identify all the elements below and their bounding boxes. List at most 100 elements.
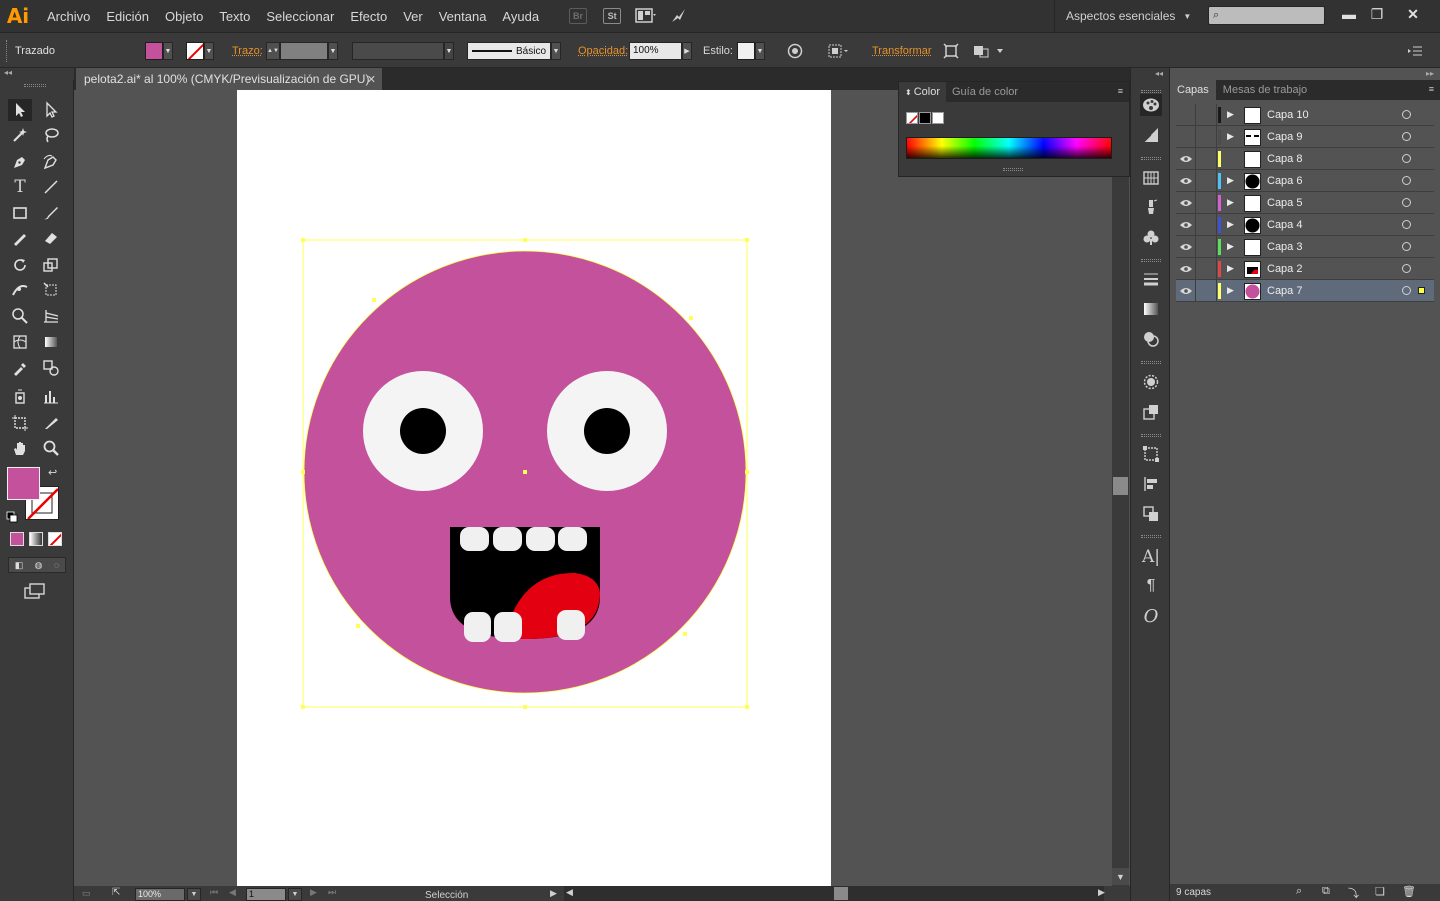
new-layer-icon[interactable]: ❏ <box>1375 885 1385 898</box>
color-panel-menu-icon[interactable]: ≡ <box>1112 82 1129 102</box>
strip-collapse-arrows[interactable]: ◂◂ <box>1155 69 1163 78</box>
transparency-icon[interactable] <box>1140 328 1162 350</box>
tooth-top-3[interactable] <box>526 527 555 551</box>
layer-row[interactable]: Capa 8 <box>1176 148 1434 170</box>
bridge-icon[interactable]: Br <box>569 8 588 24</box>
symbols-icon[interactable] <box>1140 226 1162 248</box>
visibility-toggle[interactable] <box>1176 214 1196 236</box>
help-search-input[interactable]: ⌕ <box>1208 6 1325 25</box>
artboard-tool-icon[interactable] <box>8 412 32 434</box>
right-pupil[interactable] <box>584 408 630 454</box>
new-sublayer-icon[interactable]: ⤵ <box>1348 885 1359 901</box>
stroke-weight-field[interactable]: ▲▼ ▼ <box>266 33 338 69</box>
tools-collapse-arrows[interactable]: ◂◂ <box>0 68 74 80</box>
variable-width-profile[interactable]: ▼ <box>352 33 454 69</box>
expand-triangle-icon[interactable]: ▶ <box>1227 175 1234 186</box>
none-mode-button[interactable] <box>48 532 62 546</box>
visibility-toggle[interactable] <box>1176 126 1196 148</box>
variable-width-dropdown[interactable]: ▼ <box>444 42 454 60</box>
layer-name[interactable]: Capa 9 <box>1267 131 1302 143</box>
artboard-number-dropdown[interactable]: ▼ <box>288 888 302 901</box>
paintbrush-tool-icon[interactable] <box>39 202 63 224</box>
menu-archivo[interactable]: Archivo <box>36 9 98 24</box>
paragraph-panel-icon[interactable]: ¶ <box>1140 575 1162 597</box>
stroke-dropdown-arrow[interactable]: ▼ <box>204 42 214 60</box>
gradient-panel-icon[interactable] <box>1140 298 1162 320</box>
character-panel-icon[interactable]: A| <box>1140 546 1162 568</box>
brushes-icon[interactable] <box>1140 196 1162 218</box>
curvature-tool-icon[interactable] <box>39 151 63 173</box>
close-tab-icon[interactable]: ✕ <box>367 73 376 86</box>
next-artboard-icon[interactable]: ▶ <box>310 887 317 898</box>
free-transform-tool-icon[interactable] <box>39 279 63 301</box>
menu-texto[interactable]: Texto <box>211 9 258 24</box>
workspace-switcher[interactable]: Aspectos esenciales ▼ <box>1054 0 1196 32</box>
layer-row[interactable]: ▶ Capa 10 <box>1176 104 1434 126</box>
horizontal-scrollbar[interactable]: ◀ ▶ <box>564 886 1105 901</box>
symbol-sprayer-tool-icon[interactable] <box>8 385 32 407</box>
color-palette-icon[interactable] <box>1140 94 1162 116</box>
magic-wand-tool-icon[interactable] <box>8 124 32 146</box>
layer-name[interactable]: Capa 7 <box>1267 285 1302 297</box>
handle-top-right[interactable] <box>745 238 749 242</box>
scroll-right-arrow[interactable]: ▶ <box>1098 887 1105 898</box>
scroll-left-arrow[interactable]: ◀ <box>566 887 573 898</box>
opacity-field[interactable]: 100% ▶ <box>629 33 692 69</box>
anchor-point[interactable] <box>372 298 376 302</box>
line-segment-tool-icon[interactable] <box>39 176 63 198</box>
lock-toggle[interactable] <box>1197 192 1217 214</box>
brush-definition[interactable]: Básico ▼ <box>467 33 561 69</box>
menu-ventana[interactable]: Ventana <box>431 9 495 24</box>
pathfinder-icon[interactable] <box>1140 503 1162 525</box>
rotate-tool-icon[interactable] <box>8 254 32 276</box>
recolor-artwork-icon[interactable] <box>787 33 803 69</box>
handle-bottom-center[interactable] <box>523 705 527 709</box>
handle-top-left[interactable] <box>301 238 305 242</box>
layer-row[interactable]: ▶ Capa 7 <box>1176 280 1434 302</box>
last-artboard-icon[interactable]: ⏭ <box>328 887 336 898</box>
layer-name[interactable]: Capa 4 <box>1267 219 1302 231</box>
blend-tool-icon[interactable] <box>39 357 63 379</box>
gradient-tool-icon[interactable] <box>39 331 63 353</box>
draw-behind-icon[interactable]: ◍ <box>35 560 43 571</box>
tooth-top-2[interactable] <box>493 527 522 551</box>
align-to-selection-icon[interactable] <box>827 33 851 69</box>
first-artboard-icon[interactable]: ⏮ <box>210 887 218 898</box>
opacity-input[interactable]: 100% <box>629 42 682 60</box>
arrange-options-icon[interactable] <box>972 33 1006 69</box>
rectangle-tool-icon[interactable] <box>8 202 32 224</box>
swatches-icon[interactable] <box>1140 167 1162 189</box>
swap-fill-stroke-icon[interactable]: ↩ <box>48 466 57 479</box>
zoom-input[interactable]: 100% <box>135 888 185 901</box>
lock-toggle[interactable] <box>1197 148 1217 170</box>
draw-mode-buttons[interactable]: ◧ ◍ ◌ <box>8 557 66 573</box>
isolate-object-icon[interactable] <box>943 33 959 69</box>
shaper-tool-icon[interactable] <box>8 227 32 249</box>
color-guide-icon[interactable] <box>1140 124 1162 146</box>
draw-normal-icon[interactable]: ◧ <box>15 560 24 571</box>
graphic-style-swatch[interactable] <box>737 42 755 60</box>
target-circle-icon[interactable] <box>1402 286 1411 295</box>
slice-tool-icon[interactable] <box>39 412 63 434</box>
layer-name[interactable]: Capa 8 <box>1267 153 1302 165</box>
fill-color-box[interactable] <box>7 467 40 500</box>
visibility-toggle[interactable] <box>1176 148 1196 170</box>
target-circle-icon[interactable] <box>1402 220 1411 229</box>
fill-swatch[interactable] <box>145 42 163 60</box>
appearance-icon[interactable] <box>1140 371 1162 393</box>
tooth-bottom-3[interactable] <box>557 610 585 640</box>
layers-collapse-arrows[interactable]: ▸▸ <box>1426 69 1434 78</box>
gradient-mode-button[interactable] <box>29 532 43 546</box>
tooth-top-1[interactable] <box>460 527 489 551</box>
locate-object-icon[interactable]: ⌕ <box>1296 885 1302 898</box>
color-panel-resize-grip[interactable] <box>1003 168 1023 171</box>
visibility-toggle[interactable] <box>1176 236 1196 258</box>
stroke-panel-icon[interactable] <box>1140 268 1162 290</box>
expand-triangle-icon[interactable]: ▶ <box>1227 131 1234 142</box>
visibility-toggle[interactable] <box>1176 170 1196 192</box>
artboard-number-input[interactable]: 1 <box>246 888 286 901</box>
horizontal-scroll-thumb[interactable] <box>834 887 848 900</box>
lock-toggle[interactable] <box>1197 170 1217 192</box>
zoom-dropdown-arrow[interactable]: ▼ <box>187 888 201 901</box>
menu-objeto[interactable]: Objeto <box>157 9 211 24</box>
